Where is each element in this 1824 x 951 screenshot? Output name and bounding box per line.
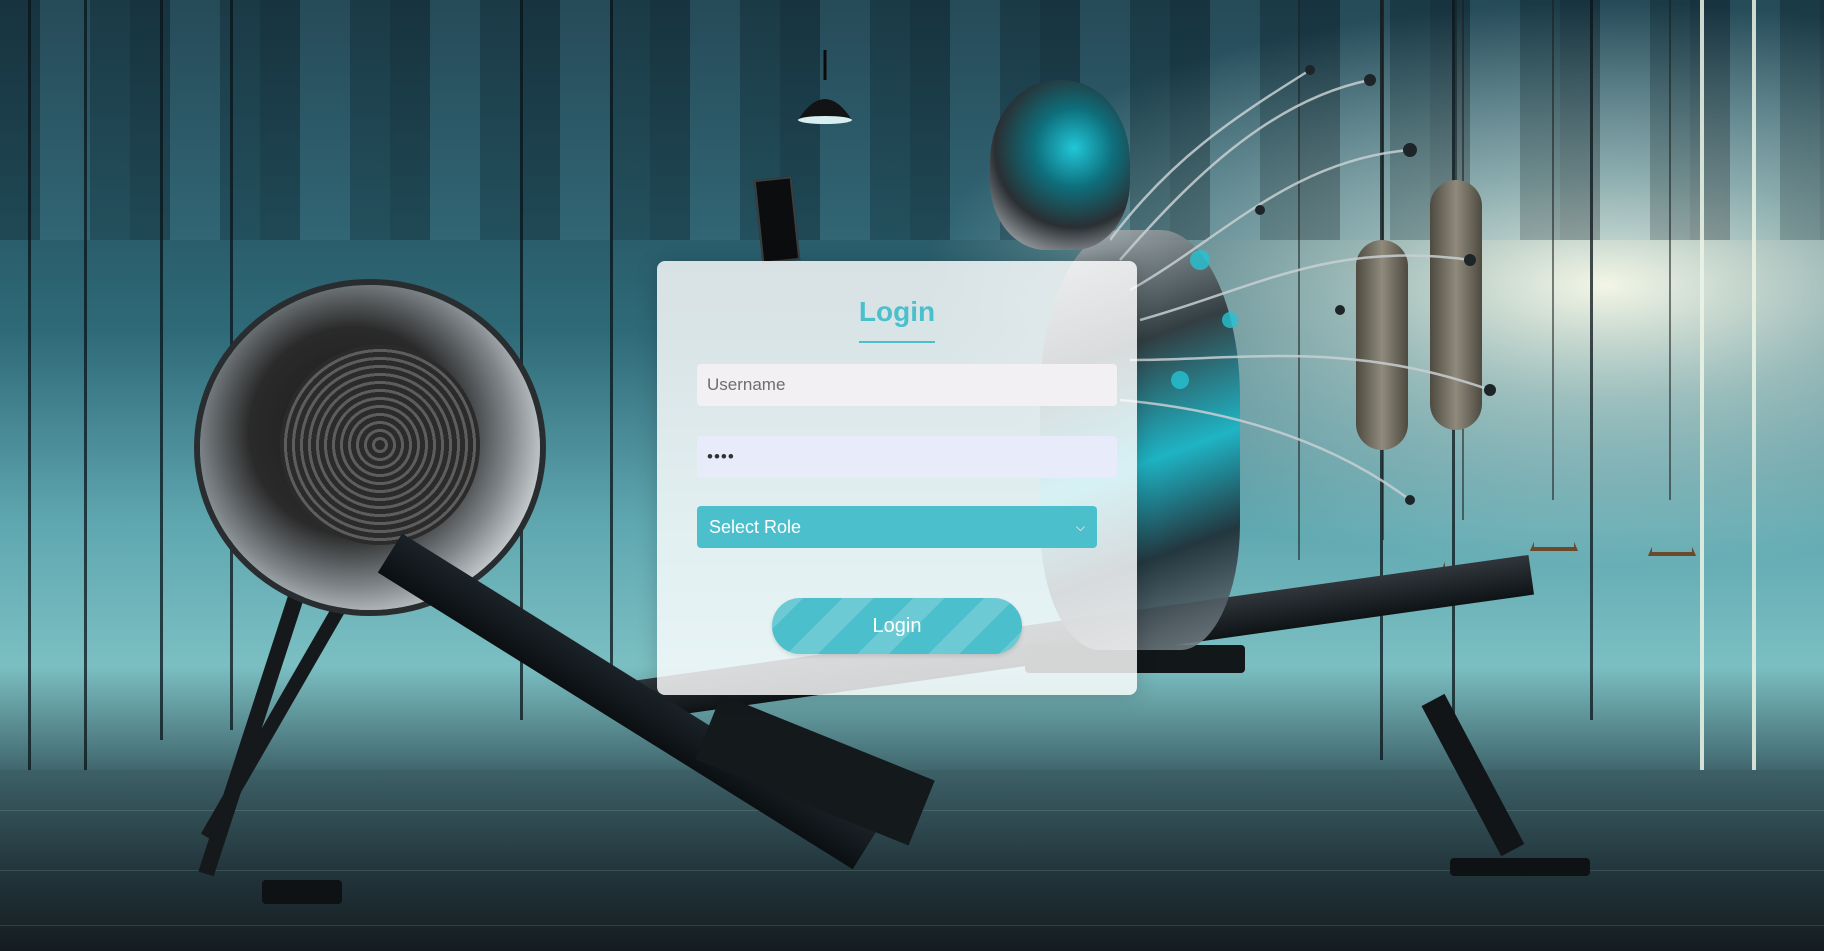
rower-rear-foot <box>1450 858 1590 876</box>
username-input[interactable] <box>697 364 1117 406</box>
chevron-down-icon: ⌵ <box>1075 519 1085 534</box>
background-pillar <box>1590 0 1593 720</box>
role-select[interactable]: Select Role ⌵ <box>697 506 1097 548</box>
light-strip <box>1700 0 1704 780</box>
background-pillar <box>84 0 87 780</box>
title-underline <box>859 341 935 343</box>
cyborg-head <box>990 80 1130 250</box>
gym-handle-icon <box>1530 495 1578 551</box>
gym-handle-icon <box>1648 500 1696 556</box>
login-button[interactable]: Login <box>772 598 1022 654</box>
hanging-rope <box>1669 0 1671 500</box>
password-input[interactable] <box>697 436 1117 478</box>
role-select-label: Select Role <box>709 516 802 537</box>
ceiling-lamp-icon <box>798 50 852 124</box>
background-pillar <box>160 0 163 740</box>
ceiling-pipes <box>0 0 1824 240</box>
rower-front-foot <box>262 880 342 904</box>
light-strip <box>1752 0 1756 780</box>
background-pillar <box>610 0 613 700</box>
hanging-rope <box>1552 0 1554 500</box>
rower-flywheel-core <box>280 345 480 545</box>
login-title: Login <box>858 296 936 327</box>
login-card: Login Select Role ⌵ Login <box>657 261 1137 695</box>
cyborg-wires <box>1110 65 1496 505</box>
background-pillar <box>28 0 31 780</box>
